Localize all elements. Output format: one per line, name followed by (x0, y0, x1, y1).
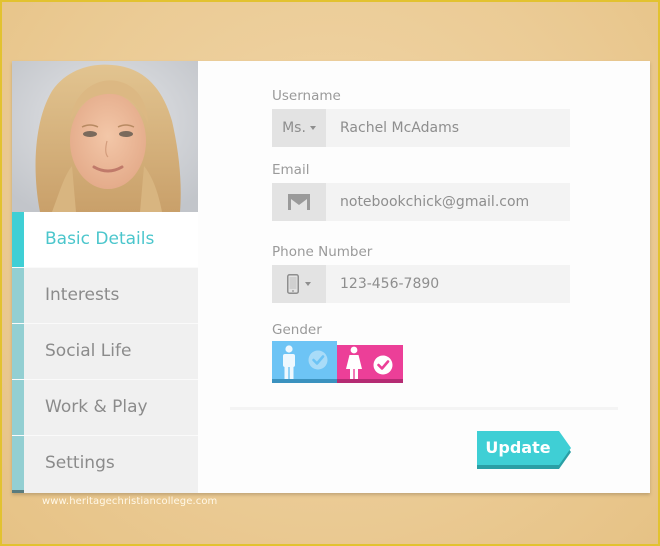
username-label: Username (272, 88, 341, 104)
sidebar-item-work-play[interactable]: Work & Play (12, 380, 198, 436)
phone-field (272, 265, 570, 303)
update-button-label: Update (485, 438, 551, 457)
sidebar-item-settings[interactable]: Settings (12, 436, 198, 491)
details-form: Username Ms. Email (198, 61, 650, 493)
email-input[interactable] (326, 183, 570, 221)
gender-label: Gender (272, 322, 322, 338)
item-indicator (12, 436, 24, 491)
sidebar: Basic Details Interests Social Life Work… (12, 61, 198, 493)
phone-input[interactable] (326, 265, 570, 303)
mobile-phone-icon (287, 274, 299, 294)
sidebar-item-label: Social Life (45, 341, 132, 361)
portrait-image (12, 61, 198, 212)
username-field: Ms. (272, 109, 570, 147)
item-indicator (12, 380, 24, 435)
sidebar-item-basic-details[interactable]: Basic Details (12, 212, 198, 268)
chevron-down-icon (305, 282, 311, 286)
check-icon (308, 350, 328, 370)
gmail-icon (288, 194, 310, 210)
username-input[interactable] (326, 109, 570, 147)
check-icon (373, 355, 393, 375)
chevron-down-icon (309, 126, 316, 130)
watermark: www.heritagechristiancollege.com (42, 496, 218, 507)
male-option-graphic (283, 345, 328, 379)
phone-label: Phone Number (272, 244, 373, 260)
item-indicator (12, 268, 24, 323)
sidebar-item-label: Interests (45, 285, 120, 305)
sidebar-nav: Basic Details Interests Social Life Work… (12, 212, 198, 491)
sidebar-item-label: Settings (45, 453, 115, 473)
female-option-graphic (346, 346, 393, 379)
female-icon (346, 346, 362, 379)
title-select[interactable]: Ms. (272, 109, 326, 147)
gender-male-option[interactable] (272, 341, 337, 383)
sidebar-item-interests[interactable]: Interests (12, 268, 198, 324)
item-indicator (12, 324, 24, 379)
email-field (272, 183, 570, 221)
title-select-value: Ms. (282, 120, 306, 136)
profile-photo (12, 61, 198, 212)
active-indicator (12, 212, 24, 267)
male-icon (283, 345, 295, 379)
sidebar-bottom-edge (12, 490, 24, 493)
form-divider (230, 407, 618, 410)
gender-female-option[interactable] (337, 345, 403, 383)
email-addon (272, 183, 326, 221)
email-label: Email (272, 162, 310, 178)
sidebar-item-social-life[interactable]: Social Life (12, 324, 198, 380)
sidebar-item-label: Work & Play (45, 397, 148, 417)
page-background: Basic Details Interests Social Life Work… (0, 0, 660, 546)
phone-type-select[interactable] (272, 265, 326, 303)
update-button[interactable]: Update (477, 431, 571, 469)
sidebar-item-label: Basic Details (45, 229, 155, 249)
profile-card: Basic Details Interests Social Life Work… (12, 61, 650, 493)
